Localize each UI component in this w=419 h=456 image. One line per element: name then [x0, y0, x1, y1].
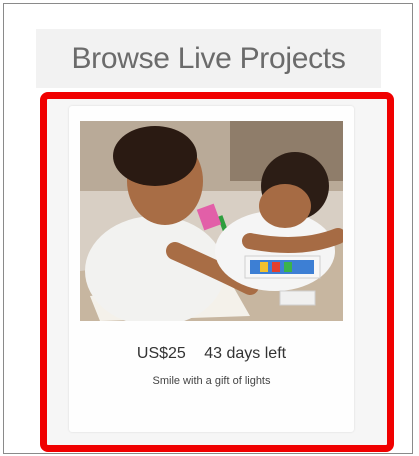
- project-days-left: 43 days left: [204, 345, 287, 362]
- project-description[interactable]: Smile with a gift of lights: [69, 374, 354, 388]
- project-photo[interactable]: [80, 121, 343, 321]
- project-photo-illustration: [80, 121, 343, 321]
- section-title: Browse Live Projects: [36, 29, 381, 88]
- project-meta: US$25 43 days left: [69, 344, 354, 364]
- project-amount: US$25: [136, 345, 186, 362]
